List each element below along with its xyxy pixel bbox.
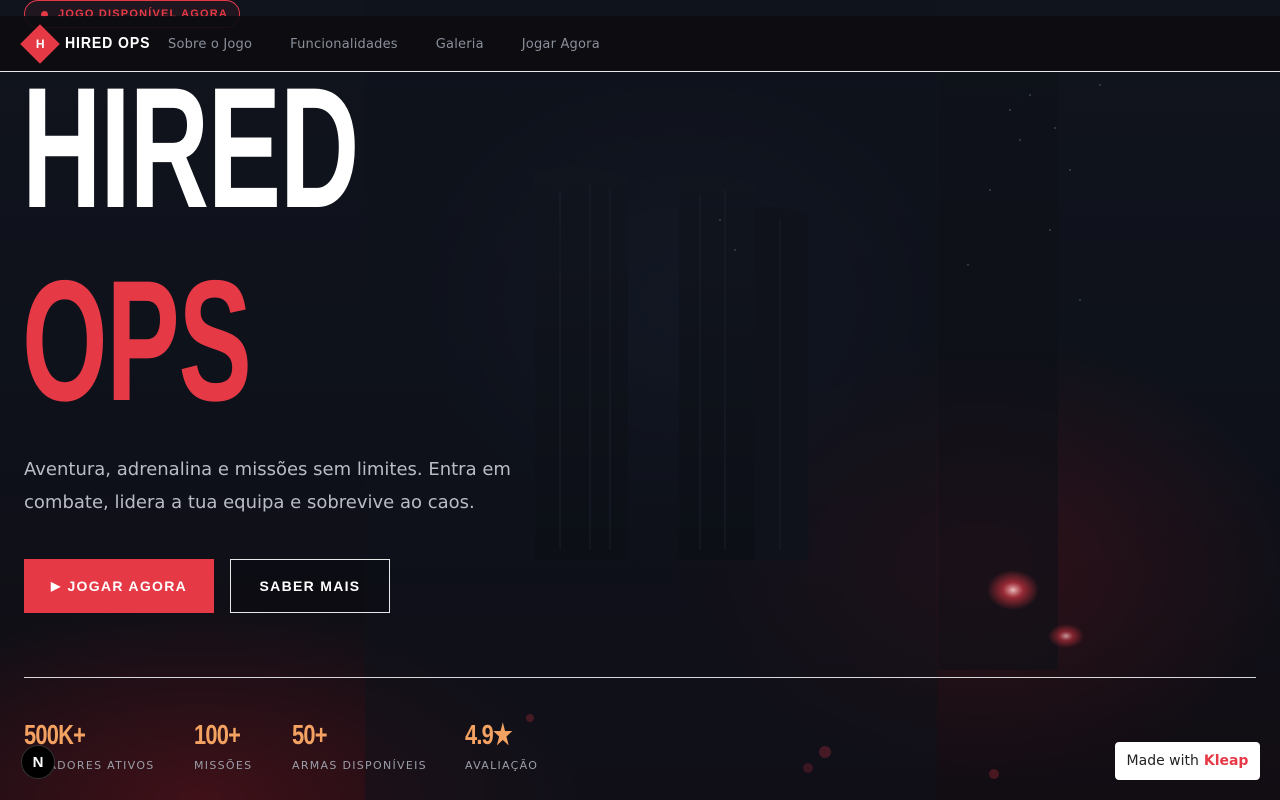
stats-divider (24, 677, 1256, 678)
stat-label: ARMAS DISPONÍVEIS (292, 759, 427, 772)
nextjs-dev-indicator-icon[interactable]: N (21, 745, 55, 779)
hero-title-line-2: OPS (22, 245, 252, 437)
learn-more-button[interactable]: SABER MAIS (230, 559, 390, 613)
play-now-button[interactable]: ▶ JOGAR AGORA (24, 559, 214, 613)
stat-missions: 100+ MISSÕES (194, 718, 253, 772)
stat-rating: 4.9★ AVALIAÇÃO (465, 718, 538, 772)
play-now-label: JOGAR AGORA (67, 578, 188, 594)
stat-value: 100+ (194, 719, 241, 750)
hero-description: Aventura, adrenalina e missões sem limit… (24, 459, 511, 513)
nav-link-about[interactable]: Sobre o Jogo (168, 37, 252, 52)
nav-link-play-now[interactable]: Jogar Agora (522, 37, 600, 52)
made-with-kleap-badge[interactable]: Made with Kleap (1115, 742, 1260, 780)
play-icon: ▶ (50, 579, 62, 593)
hero-section: JOGO DISPONÍVEL AGORA HIRED OPS Aventura… (0, 0, 1280, 800)
nav-links: Sobre o Jogo Funcionalidades Galeria Jog… (168, 16, 638, 72)
nav-link-features[interactable]: Funcionalidades (290, 37, 398, 52)
nav-link-gallery[interactable]: Galeria (436, 37, 484, 52)
learn-more-label: SABER MAIS (259, 578, 361, 594)
next-letter: N (32, 753, 44, 771)
kleap-brand: Kleap (1203, 753, 1249, 769)
stat-weapons: 50+ ARMAS DISPONÍVEIS (292, 718, 427, 772)
stat-value: 50+ (292, 719, 327, 750)
stat-label: MISSÕES (194, 759, 253, 772)
top-navbar: H HIRED OPS Sobre o Jogo Funcionalidades… (0, 16, 1280, 72)
made-with-text: Made with (1126, 753, 1199, 769)
brand-name: HIRED OPS (65, 35, 151, 52)
stat-label: AVALIAÇÃO (465, 759, 539, 772)
diamond-logo-icon: H (20, 24, 60, 64)
hero-title-line-1: HIRED (22, 52, 359, 244)
stat-value: 4.9★ (465, 719, 513, 750)
brand-logo-link[interactable]: H HIRED OPS (20, 24, 162, 64)
logo-letter: H (35, 36, 45, 51)
